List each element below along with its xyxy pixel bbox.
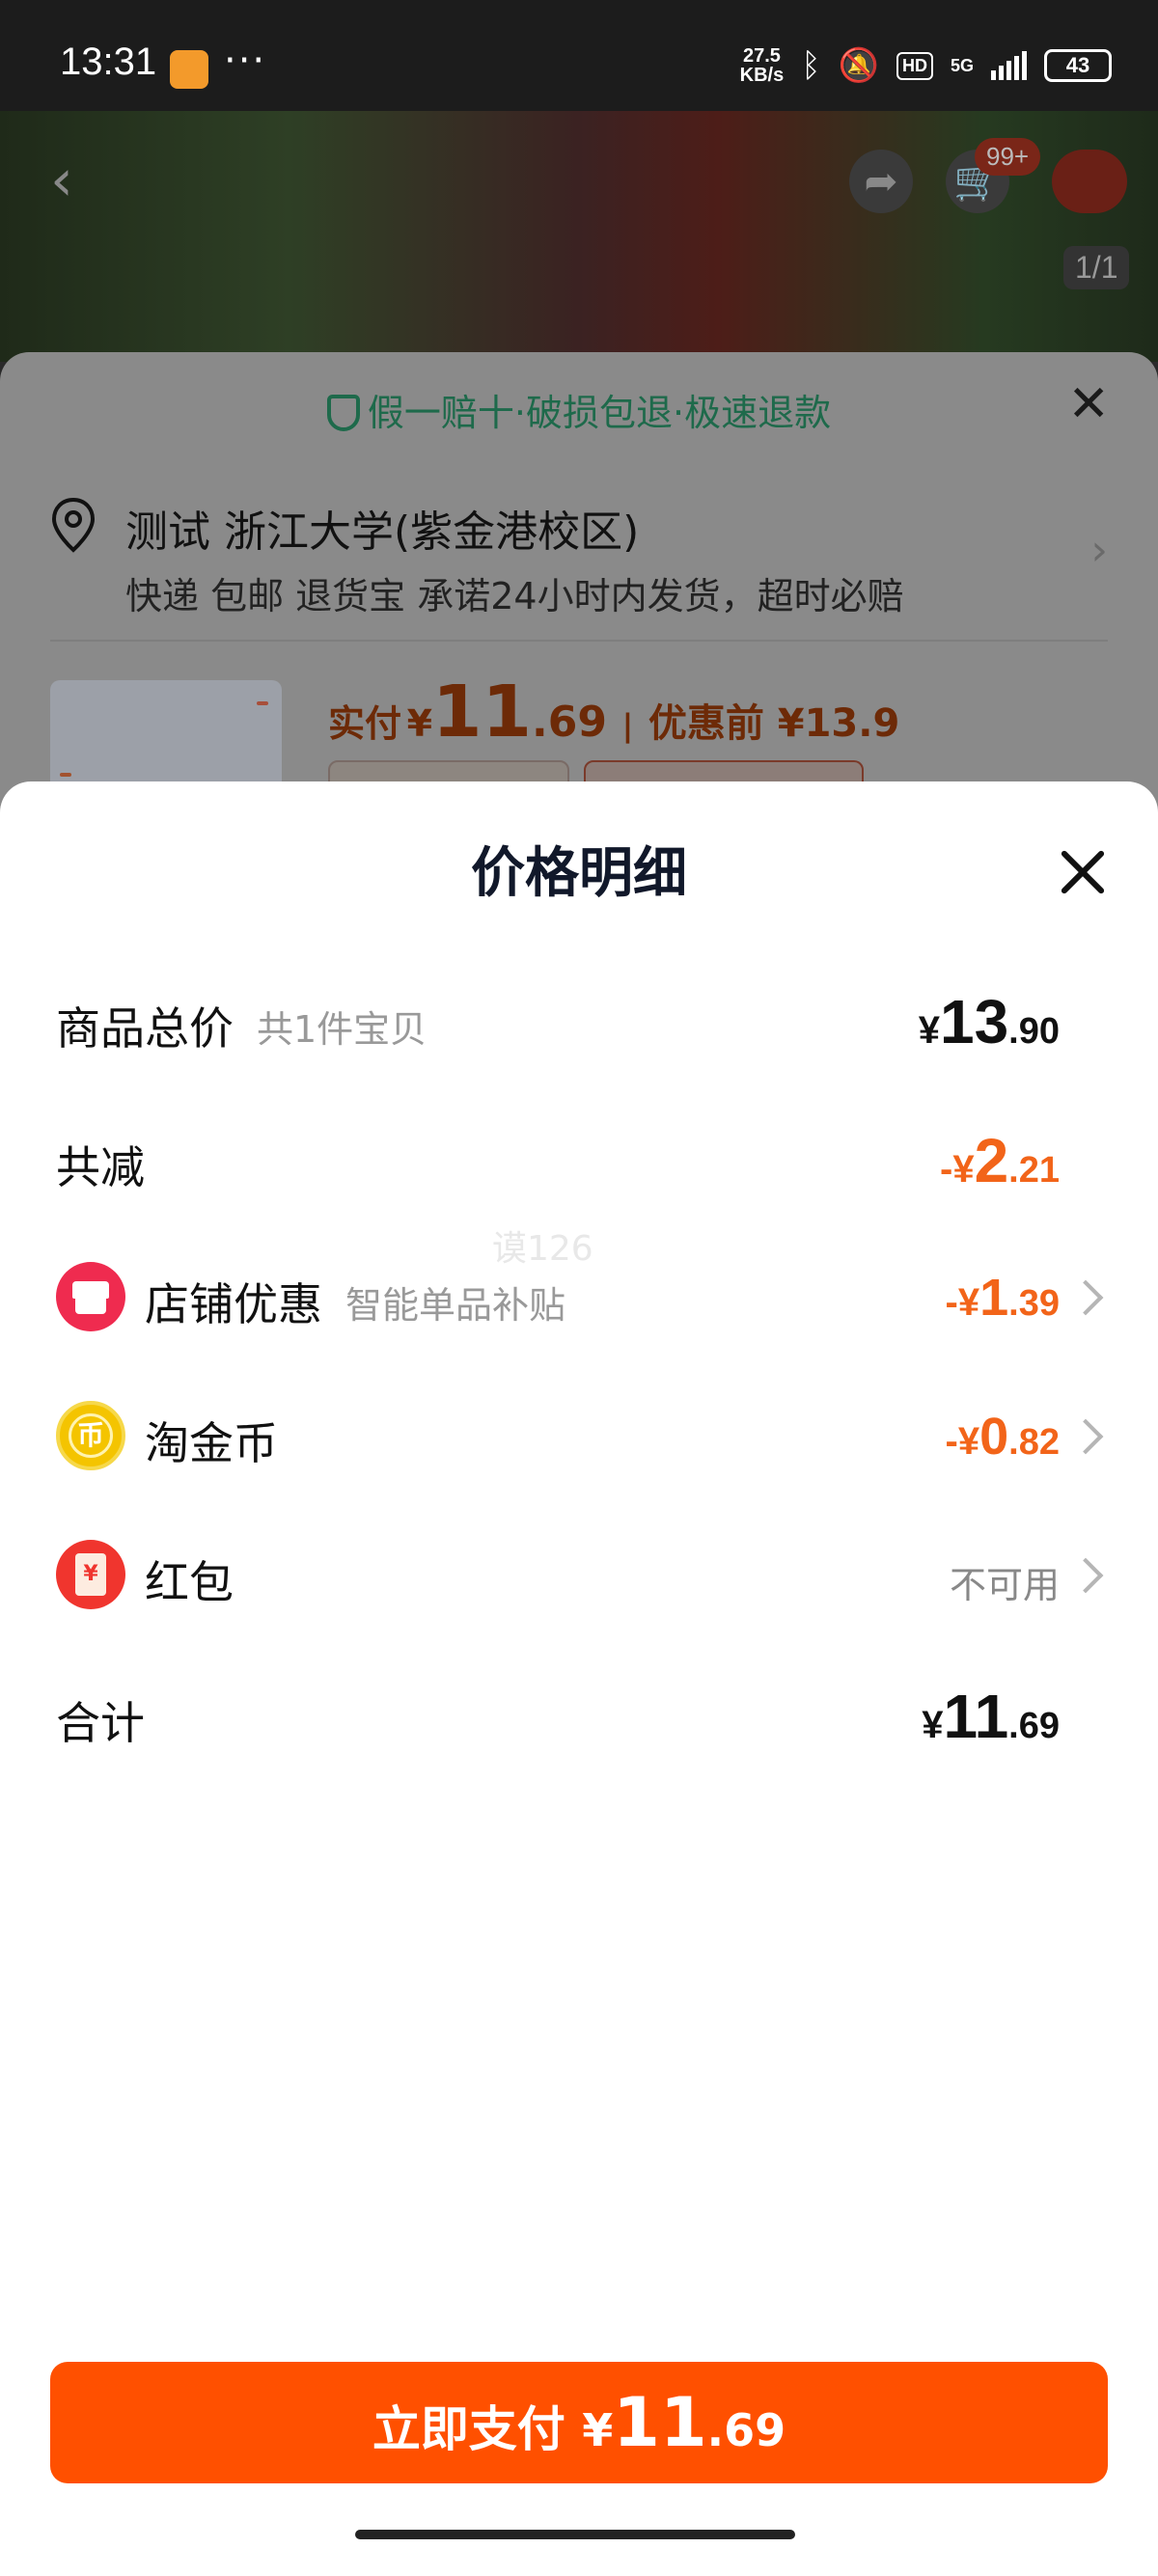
grand-total-amount: ¥11.69	[922, 1682, 1060, 1751]
row-label: 商品总价	[56, 1002, 234, 1055]
red-envelope-status: 不可用	[949, 1564, 1060, 1606]
signal-icon	[991, 51, 1027, 80]
shield-icon	[326, 395, 360, 431]
chevron-right-icon[interactable]	[1067, 1557, 1104, 1594]
close-icon[interactable]: ✕	[1067, 379, 1110, 429]
product-image-area: ‹ ➦ 🛒 99+ 1/1	[0, 111, 1158, 362]
chevron-right-icon[interactable]	[1067, 1418, 1104, 1455]
row-label: 店铺优惠	[145, 1278, 322, 1330]
thumbnail-badge	[257, 701, 268, 705]
modal-title: 价格明细	[471, 842, 687, 905]
discount-description: 智能单品补贴	[345, 1284, 566, 1327]
back-icon[interactable]: ‹	[50, 151, 73, 209]
chevron-right-icon[interactable]	[1067, 1279, 1104, 1316]
hd-badge: HD	[896, 51, 933, 80]
image-counter: 1/1	[1063, 246, 1130, 289]
network-type: 5G	[950, 56, 974, 75]
row-label: 红包	[145, 1556, 234, 1608]
delivery-address[interactable]: 测试 浙江大学(紫金港校区)	[125, 497, 639, 559]
guarantee-banner: 假一赔十·破损包退·极速退款	[0, 383, 1158, 436]
pay-now-button[interactable]: 立即支付 ¥11.69	[50, 2362, 1108, 2483]
location-pin-icon	[51, 497, 96, 553]
cart-badge: 99+	[975, 138, 1041, 176]
status-bar: 13:31 ··· 27.5 KB/s ᛒ 🔕 HD 5G 43	[0, 0, 1158, 111]
row-label: 合计	[56, 1697, 145, 1749]
row-label: 共减	[56, 1141, 145, 1193]
order-confirm-sheet: 假一赔十·破损包退·极速退款 ✕ 测试 浙江大学(紫金港校区) 快递 包邮 退货…	[0, 352, 1158, 835]
watermark: 谟126	[492, 1229, 593, 1269]
row-label: 淘金币	[145, 1417, 278, 1469]
item-count: 共1件宝贝	[257, 1008, 427, 1051]
goods-total-amount: ¥13.90	[918, 987, 1060, 1056]
status-indicators: 27.5 KB/s ᛒ 🔕 HD 5G 43	[740, 46, 1112, 85]
total-discount-amount: -¥2.21	[940, 1126, 1060, 1195]
original-price: 优惠前 ¥13.9	[648, 701, 900, 746]
chevron-right-icon[interactable]: ›	[1090, 526, 1108, 575]
app-notification-icon	[170, 50, 208, 89]
shipping-info: 快递 包邮 退货宝 承诺24小时内发货，超时必赔	[125, 575, 904, 617]
network-speed: 27.5 KB/s	[739, 45, 785, 86]
order-pay-price: 实付 ¥11.69 | 优惠前 ¥13.9	[328, 671, 900, 754]
battery-icon: 43	[1044, 49, 1112, 82]
shop-icon	[56, 1262, 125, 1331]
more-notifications-indicator: ···	[224, 39, 267, 83]
divider	[50, 640, 1108, 642]
red-envelope-icon: ¥	[56, 1540, 125, 1609]
coin-icon: 币	[56, 1401, 125, 1470]
bluetooth-icon: ᛒ	[801, 47, 821, 84]
shop-discount-amount: -¥1.39	[945, 1269, 1060, 1327]
thumbnail-tag	[60, 773, 71, 777]
more-icon[interactable]	[1052, 150, 1127, 213]
price-detail-modal: 价格明细 谟126 商品总价 共1件宝贝 ¥13.90 共减 -¥2.21 店铺…	[0, 781, 1158, 2576]
share-icon[interactable]: ➦	[849, 150, 913, 213]
taojinbi-amount: -¥0.82	[945, 1408, 1060, 1466]
mute-icon: 🔕	[838, 47, 879, 84]
status-time: 13:31	[60, 41, 157, 83]
close-icon[interactable]	[1054, 843, 1112, 901]
home-indicator[interactable]	[355, 2530, 795, 2539]
